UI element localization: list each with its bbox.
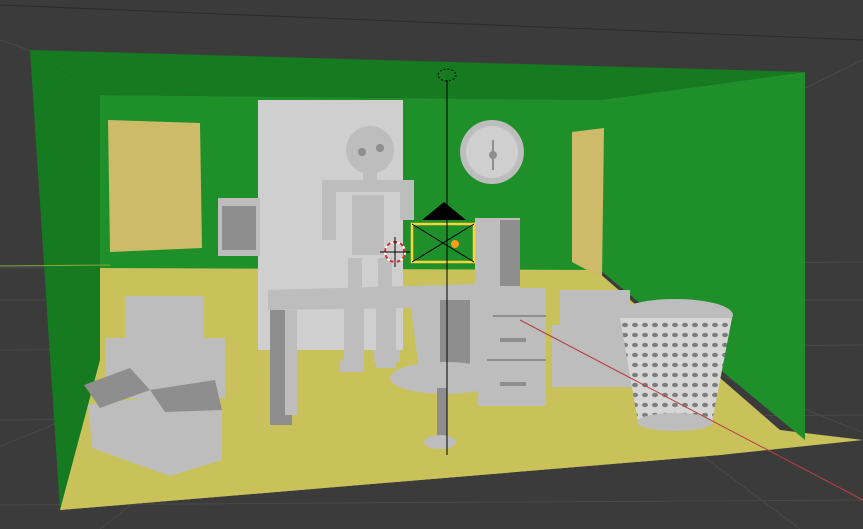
- 3d-viewport[interactable]: [0, 0, 863, 529]
- wall-frame[interactable]: [218, 198, 260, 256]
- computer-tower[interactable]: [475, 218, 520, 288]
- viewport-canvas[interactable]: [0, 0, 863, 529]
- paper-right[interactable]: [572, 128, 604, 278]
- wall-clock[interactable]: [460, 120, 524, 184]
- paper-left[interactable]: [108, 120, 202, 252]
